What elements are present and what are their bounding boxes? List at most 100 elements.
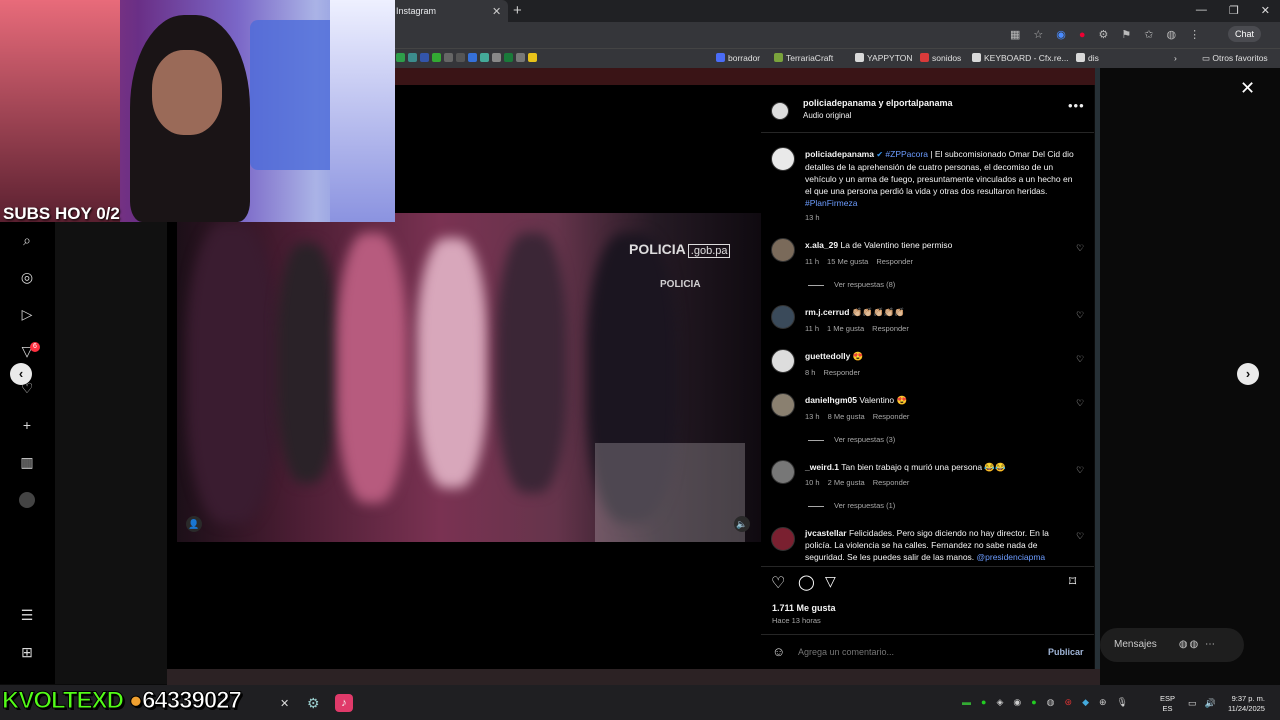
new-tab-icon[interactable]: + <box>513 2 522 19</box>
window-close-icon[interactable]: ✕ <box>1261 4 1270 17</box>
other-favorites[interactable]: ▭ Otros favoritos <box>1202 53 1268 64</box>
tray-icon[interactable]: ▬ <box>962 697 971 708</box>
like-comment-icon[interactable]: ♡ <box>1076 398 1084 409</box>
post-audio[interactable]: Audio original <box>803 111 851 120</box>
clock[interactable]: 9:37 p. m. 11/24/2025 <box>1228 694 1265 714</box>
bookmark-dis[interactable]: dis <box>1076 53 1099 63</box>
create-icon[interactable]: + <box>19 417 35 433</box>
tray-icon[interactable]: ◍ <box>1047 697 1055 708</box>
save-icon[interactable]: ⌑ <box>1069 573 1076 590</box>
explore-icon[interactable]: ◎ <box>19 269 35 285</box>
user-tag-icon[interactable]: 👤 <box>186 516 202 532</box>
bookmark-sonidos[interactable]: sonidos <box>920 53 961 63</box>
tiktok-icon[interactable]: ♪ <box>335 694 353 712</box>
reply-button[interactable]: Responder <box>873 478 910 487</box>
tray-icon[interactable]: ● <box>1031 697 1036 708</box>
likes-count[interactable]: 1.711 Me gusta <box>772 603 836 613</box>
comment-likes[interactable]: 2 Me gusta <box>828 478 865 487</box>
bookmark-icons-row[interactable] <box>396 53 540 63</box>
bookmark-keyboard[interactable]: KEYBOARD - Cfx.re... <box>972 53 1069 63</box>
tray-icon[interactable]: ◈ <box>996 697 1003 708</box>
tray-icon[interactable]: ◉ <box>1013 697 1021 708</box>
mic-icon[interactable]: 🎙 <box>1117 697 1128 708</box>
bookmark-terrariacraft[interactable]: TerrariaCraft <box>774 53 833 63</box>
maximize-icon[interactable]: ❐ <box>1229 4 1239 17</box>
tray-icon[interactable]: ◆ <box>1082 697 1089 708</box>
app-icon[interactable]: ✕ <box>280 697 289 710</box>
apps-icon[interactable]: ▦ <box>1010 28 1020 41</box>
comment-username[interactable]: rm.j.cerrud <box>805 307 849 317</box>
tray-icon[interactable]: ● <box>981 697 986 708</box>
tab-close-icon[interactable]: ✕ <box>492 5 501 18</box>
chat-button[interactable]: Chat <box>1228 26 1262 42</box>
like-comment-icon[interactable]: ♡ <box>1076 243 1084 254</box>
comment-avatar[interactable] <box>771 349 795 373</box>
like-icon[interactable]: ♡ <box>771 573 785 593</box>
comment-username[interactable]: guettedolly <box>805 351 850 361</box>
volume-icon[interactable]: 🔈 <box>734 516 750 532</box>
minimize-icon[interactable]: — <box>1196 4 1207 17</box>
star-icon[interactable]: ☆ <box>1033 28 1043 41</box>
like-comment-icon[interactable]: ♡ <box>1076 531 1084 542</box>
publish-button[interactable]: Publicar <box>1048 647 1084 657</box>
comment-likes[interactable]: 1 Me gusta <box>827 324 864 333</box>
caption-hashtag[interactable]: #PlanFirmeza <box>805 198 857 208</box>
comment-avatar[interactable] <box>771 238 795 262</box>
share-icon[interactable]: ▽ <box>825 573 836 590</box>
messages-button[interactable]: Mensajes ◍◍ ⋯ <box>1100 628 1244 662</box>
caption-avatar[interactable] <box>771 147 795 171</box>
volume-icon[interactable]: 🔊 <box>1205 698 1216 709</box>
comment-avatar[interactable] <box>771 305 795 329</box>
like-comment-icon[interactable]: ♡ <box>1076 465 1084 476</box>
reply-button[interactable]: Responder <box>823 368 860 377</box>
reply-button[interactable]: Responder <box>876 257 913 266</box>
browser-tab[interactable]: Instagram <box>390 0 508 22</box>
search-icon[interactable]: ⌕ <box>19 232 35 248</box>
extension-icon[interactable]: ◉ <box>1056 28 1066 41</box>
caption-username[interactable]: policiadepanama <box>805 149 874 159</box>
profile-avatar[interactable] <box>19 492 35 508</box>
extension-icon[interactable]: ⚑ <box>1121 28 1131 41</box>
chevron-right-icon[interactable]: › <box>1174 53 1177 63</box>
menu-icon[interactable]: ☰ <box>19 607 35 623</box>
close-icon[interactable]: ✕ <box>1240 78 1255 99</box>
comment-avatar[interactable] <box>771 460 795 484</box>
comment-username[interactable]: _weird.1 <box>805 462 839 472</box>
comment-mention[interactable]: @presidenciapma <box>977 552 1046 562</box>
reply-button[interactable]: Responder <box>872 324 909 333</box>
comment-username[interactable]: danielhgm05 <box>805 395 857 405</box>
comment-avatar[interactable] <box>771 393 795 417</box>
comment-input[interactable] <box>798 647 1028 657</box>
bookmark-yappyton[interactable]: YAPPYTON <box>855 53 913 63</box>
profile-avatar[interactable]: ◍ <box>1167 28 1177 41</box>
emoji-icon[interactable]: ☺ <box>772 644 785 659</box>
menu-icon[interactable]: ⋮ <box>1189 28 1200 41</box>
reply-button[interactable]: Responder <box>873 412 910 421</box>
extension-icon[interactable]: ● <box>1079 29 1086 41</box>
language-indicator[interactable]: ESP ES <box>1160 694 1175 714</box>
more-apps-icon[interactable]: ⊞ <box>19 644 35 660</box>
next-post-button[interactable]: › <box>1237 363 1259 385</box>
video-player[interactable]: POLICIA .gob.pa POLICIA <box>177 213 761 542</box>
monitor-icon[interactable]: ▭ <box>1188 698 1197 709</box>
like-comment-icon[interactable]: ♡ <box>1076 310 1084 321</box>
comment-likes[interactable]: 8 Me gusta <box>828 412 865 421</box>
comment-username[interactable]: x.ala_29 <box>805 240 838 250</box>
comment-icon[interactable]: ◯ <box>798 573 815 591</box>
view-replies-button[interactable]: Ver respuestas (3) <box>808 435 895 444</box>
bookmark-borrador[interactable]: borrador <box>716 53 760 63</box>
tray-icon[interactable]: ⊛ <box>1065 697 1073 708</box>
extension-icon[interactable]: ⚙ <box>1099 28 1109 41</box>
favorites-icon[interactable]: ✩ <box>1144 28 1153 41</box>
post-avatar[interactable] <box>771 102 789 120</box>
more-options-icon[interactable]: ••• <box>1068 98 1085 113</box>
view-replies-button[interactable]: Ver respuestas (8) <box>808 280 895 289</box>
post-authors[interactable]: policiadepanama y elportalpanama <box>803 98 953 108</box>
reels-icon[interactable]: ▷ <box>19 306 35 322</box>
comment-likes[interactable]: 15 Me gusta <box>827 257 868 266</box>
previous-post-button[interactable]: ‹ <box>10 363 32 385</box>
caption-hashtag[interactable]: #ZPPacora <box>885 149 928 159</box>
tray-icon[interactable]: ⊕ <box>1099 697 1107 708</box>
settings-icon[interactable]: ⚙ <box>307 695 320 712</box>
comment-username[interactable]: jvcastellar <box>805 528 847 538</box>
